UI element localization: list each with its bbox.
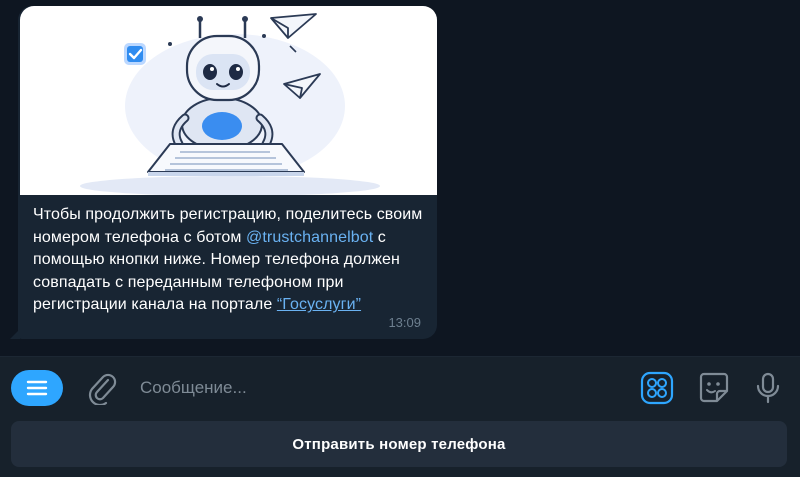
message-text: Чтобы продолжить регистрацию, поделитесь…	[33, 204, 428, 317]
paperclip-icon[interactable]	[86, 371, 118, 407]
bot-menu-button[interactable]	[11, 370, 63, 406]
message-bubble[interactable]: Чтобы продолжить регистрацию, поделитесь…	[10, 6, 437, 339]
share-phone-button[interactable]: Отправить номер телефона	[11, 421, 787, 467]
checkbox-icon	[124, 43, 146, 65]
gosuslugi-link[interactable]: “Госуслуги”	[277, 296, 361, 313]
composer-bar	[0, 357, 800, 417]
robot-illustration[interactable]	[20, 6, 437, 195]
reply-keyboard: Отправить номер телефона	[0, 417, 800, 477]
bot-mention-link[interactable]: @trustchannelbot	[246, 229, 373, 246]
sticker-icon[interactable]	[697, 371, 731, 405]
microphone-icon[interactable]	[754, 371, 782, 405]
message-timestamp: 13:09	[388, 315, 421, 330]
message-input[interactable]	[140, 375, 620, 401]
menu-icon	[26, 380, 48, 396]
chat-area: Чтобы продолжить регистрацию, поделитесь…	[0, 0, 800, 356]
bot-commands-icon[interactable]	[640, 371, 674, 405]
bubble-tail	[10, 329, 20, 339]
